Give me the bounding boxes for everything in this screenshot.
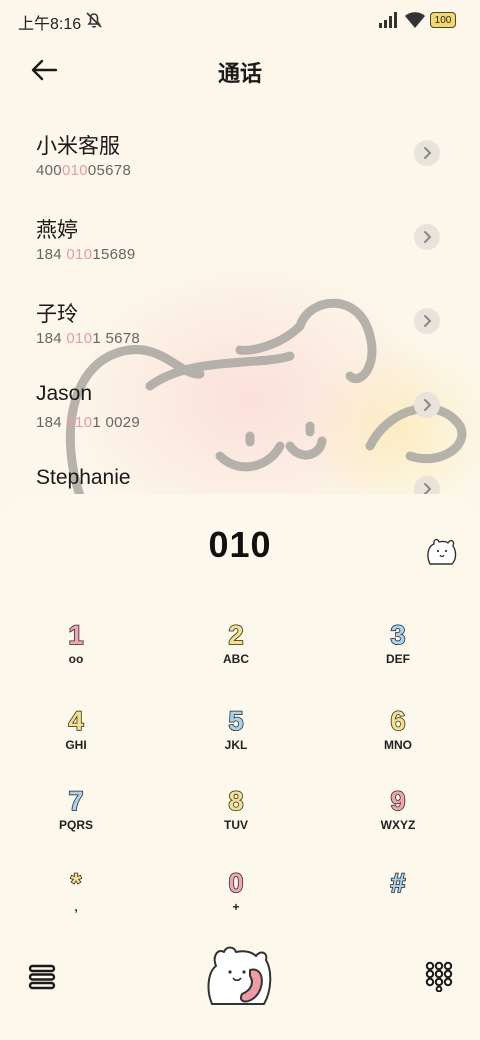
contact-name: Jason (36, 382, 93, 405)
contact-number: 184 01015689 (36, 246, 136, 263)
contact-item[interactable]: 小米客服 40001005678 (0, 116, 480, 200)
chevron-right-icon (424, 483, 431, 495)
mute-bell-icon (86, 12, 102, 28)
dial-key-digit: 9 (390, 785, 407, 817)
dial-key-7[interactable]: 7 PQRS (16, 784, 136, 856)
dial-key-letters: + (232, 900, 240, 914)
dial-key-5[interactable]: 5 JKL (176, 704, 296, 776)
dial-key-digit: 4 (68, 705, 85, 737)
contact-detail-button[interactable] (414, 392, 440, 418)
dial-key-digit: # (390, 867, 407, 899)
dial-key-2[interactable]: 2 ABC (176, 618, 296, 690)
bear-avatar-icon[interactable] (424, 534, 458, 568)
dial-key-letters: JKL (224, 738, 248, 752)
dialed-number[interactable]: 010 (0, 524, 480, 566)
dial-key-digit: 5 (228, 705, 245, 737)
contact-name: Stephanie (36, 466, 131, 489)
dial-key-letters: TUV (224, 818, 248, 832)
contact-item[interactable]: Stephanie 18 (0, 452, 480, 496)
dial-key-letters: MNO (384, 738, 412, 752)
contact-list[interactable]: 小米客服 40001005678 燕婷 184 01015689 子玲 184 … (0, 116, 480, 496)
dial-key-letters: GHI (65, 738, 87, 752)
dial-key-letters: DEF (386, 652, 410, 666)
dial-key-4[interactable]: 4 GHI (16, 704, 136, 776)
dial-key-1[interactable]: 1 ᴏᴏ (16, 618, 136, 690)
dial-key-digit: * (70, 867, 82, 899)
wifi-icon (405, 12, 425, 28)
status-time: 上午8:16 (18, 16, 82, 33)
contact-detail-button[interactable] (414, 140, 440, 166)
dial-key-star[interactable]: *, (16, 866, 136, 938)
contact-name: 子玲 (36, 303, 78, 326)
dial-key-digit: 2 (228, 619, 245, 651)
call-button[interactable] (202, 940, 278, 1010)
dial-key-digit: 3 (390, 619, 407, 651)
dial-key-digit: 0 (228, 867, 245, 899)
dial-key-3[interactable]: 3 DEF (338, 618, 458, 690)
dial-key-8[interactable]: 8 TUV (176, 784, 296, 856)
contact-name: 燕婷 (36, 219, 78, 242)
contact-detail-button[interactable] (414, 308, 440, 334)
bottom-bar (0, 934, 480, 1024)
chevron-right-icon (424, 231, 431, 243)
voicemail-icon: ᴏᴏ (68, 652, 84, 666)
dial-key-digit: 6 (390, 705, 407, 737)
dial-key-digit: 1 (68, 619, 85, 651)
dial-key-letters: ABC (223, 652, 249, 666)
contact-item[interactable]: Jason 184 0101 0029 (0, 368, 480, 452)
contact-number: 40001005678 (36, 162, 132, 179)
contact-name: 小米客服 (36, 135, 120, 158)
chevron-right-icon (424, 399, 431, 411)
dial-key-hash[interactable]: # (338, 866, 458, 938)
page-title: 通话 (217, 61, 262, 86)
contact-number: 184 0101 0029 (36, 414, 141, 431)
contact-item[interactable]: 燕婷 184 01015689 (0, 200, 480, 284)
header: 通话 (0, 44, 480, 96)
dial-key-letters: PQRS (58, 818, 93, 832)
dial-key-digit: 8 (228, 785, 245, 817)
dial-key-0[interactable]: 0 + (176, 866, 296, 938)
dial-key-letters: WXYZ (380, 818, 416, 832)
chevron-right-icon (424, 147, 431, 159)
menu-icon[interactable] (28, 964, 56, 990)
dial-key-9[interactable]: 9 WXYZ (338, 784, 458, 856)
contact-detail-button[interactable] (414, 476, 440, 496)
contact-detail-button[interactable] (414, 224, 440, 250)
dial-key-digit: 7 (68, 785, 85, 817)
battery-icon: 100 (430, 12, 456, 28)
contact-item[interactable]: 子玲 184 0101 5678 (0, 284, 480, 368)
dialer-panel: 010 1 ᴏᴏ 2 ABC 3 DEF 4 GHI 5 JKL 6 MNO 7 PQRS 8… (0, 494, 480, 1040)
chevron-right-icon (424, 315, 431, 327)
signal-icon (379, 12, 397, 28)
dial-key-6[interactable]: 6 MNO (338, 704, 458, 776)
status-bar: 上午8:16 100 (0, 0, 480, 40)
contact-number: 184 0101 5678 (36, 330, 141, 347)
dial-key-letters: , (74, 900, 78, 914)
keypad-icon[interactable] (424, 960, 454, 992)
